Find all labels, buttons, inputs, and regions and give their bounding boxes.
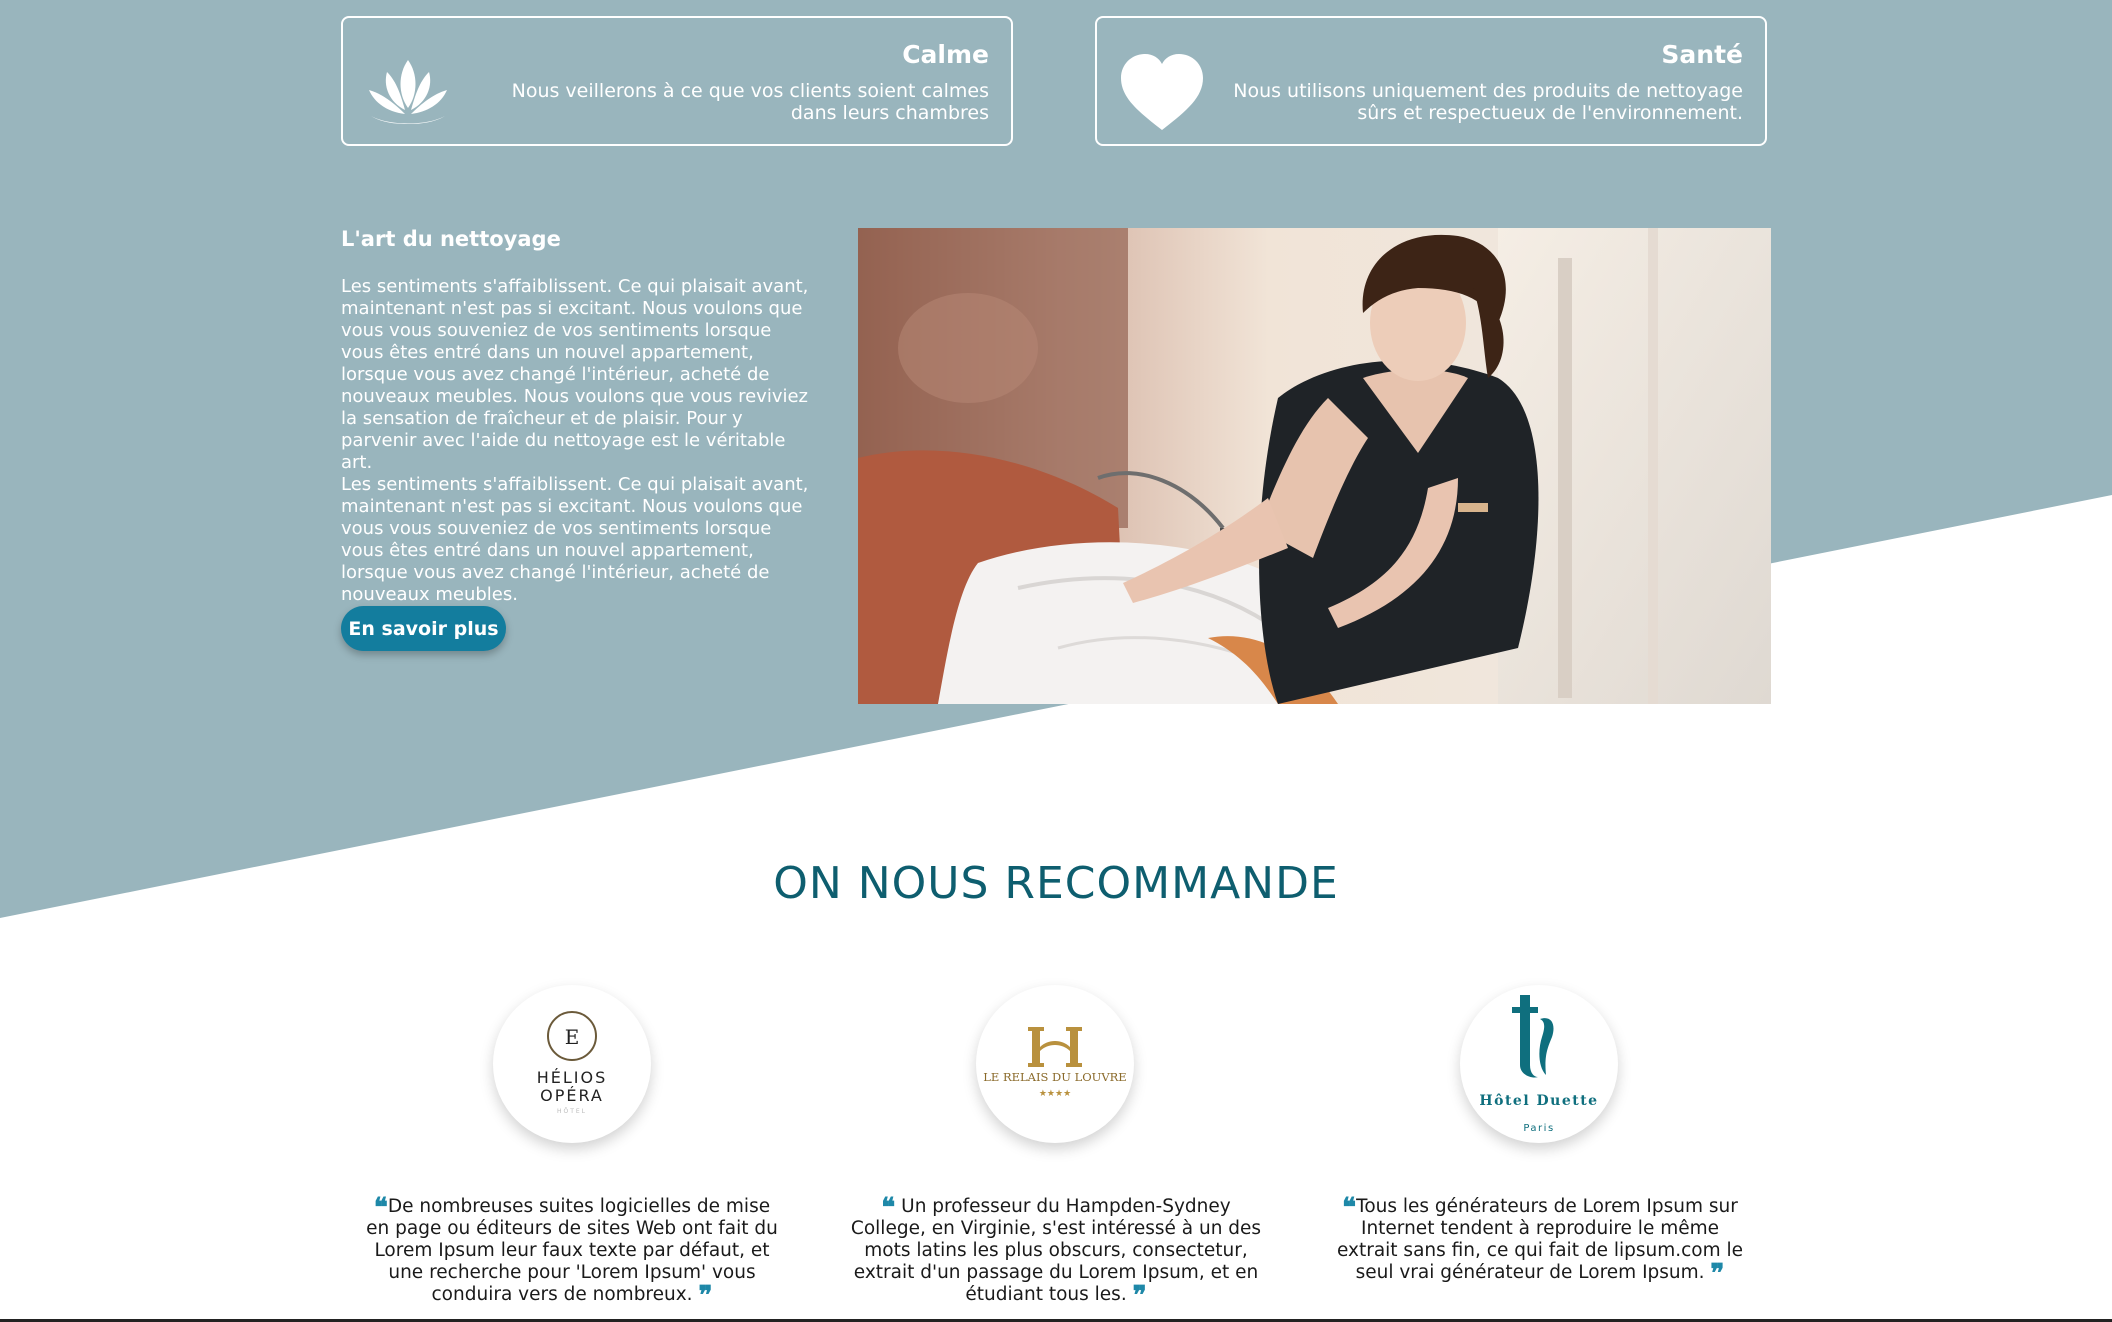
testimonial-quote-2: ❝ Un professeur du Hampden-Sydney Colleg… xyxy=(846,1195,1266,1309)
helios-opera-logo-line1: HÉLIOS xyxy=(537,1068,608,1087)
hotel-duette-logo: Hôtel Duette Paris xyxy=(1460,985,1618,1143)
feature-text: Nous utilisons uniquement des produits d… xyxy=(1233,80,1743,124)
close-quote-icon: ❞ xyxy=(1132,1281,1147,1311)
open-quote-icon: ❝ xyxy=(1342,1193,1357,1223)
body-paragraph: Les sentiments s'affaiblissent. Ce qui p… xyxy=(341,276,809,473)
feature-title: Santé xyxy=(1661,40,1743,69)
feature-text: Nous veillerons à ce que vos clients soi… xyxy=(511,80,989,124)
hotel-duette-logo-city: Paris xyxy=(1523,1123,1554,1134)
helios-opera-logo: E HÉLIOS OPÉRA HÔTEL xyxy=(493,985,651,1143)
helios-opera-logo-graphic: E HÉLIOS OPÉRA HÔTEL xyxy=(537,1011,608,1115)
testimonial-quote-1: ❝De nombreuses suites logicielles de mis… xyxy=(362,1195,782,1309)
relais-du-louvre-logo-name: LE RELAIS DU LOUVRE xyxy=(983,1070,1126,1084)
feature-card-sante: Santé Nous utilisons uniquement des prod… xyxy=(1095,16,1767,146)
section-body: Les sentiments s'affaiblissent. Ce qui p… xyxy=(341,276,811,606)
relais-du-louvre-logo-stars: ★★★★ xyxy=(1039,1089,1071,1099)
helios-opera-logo-line2: OPÉRA xyxy=(540,1086,604,1105)
testimonial-quote-3: ❝Tous les générateurs de Lorem Ipsum sur… xyxy=(1330,1193,1750,1287)
hotel-duette-logo-name: Hôtel Duette xyxy=(1479,1093,1598,1109)
hotel-duette-logo-graphic: Hôtel Duette Paris xyxy=(1479,995,1598,1134)
body-paragraph: Les sentiments s'affaiblissent. Ce qui p… xyxy=(341,474,809,605)
learn-more-button[interactable]: En savoir plus xyxy=(341,606,506,651)
testimonial-text: De nombreuses suites logicielles de mise… xyxy=(366,1196,778,1305)
close-quote-icon: ❞ xyxy=(698,1281,713,1311)
close-quote-icon: ❞ xyxy=(1710,1259,1725,1289)
lotus-icon xyxy=(369,60,447,124)
housekeeper-photo xyxy=(858,228,1771,704)
feature-card-calme: Calme Nous veillerons à ce que vos clien… xyxy=(341,16,1013,146)
recommend-heading: ON NOUS RECOMMANDE xyxy=(773,858,1339,909)
helios-opera-logo-letter: E xyxy=(565,1025,580,1049)
helios-opera-logo-small: HÔTEL xyxy=(557,1108,587,1115)
feature-title: Calme xyxy=(902,40,989,69)
testimonial-text: Tous les générateurs de Lorem Ipsum sur … xyxy=(1336,1196,1744,1283)
section-heading: L'art du nettoyage xyxy=(341,227,561,251)
relais-du-louvre-logo-graphic: LE RELAIS DU LOUVRE ★★★★ xyxy=(983,1027,1127,1099)
housekeeper-illustration xyxy=(858,228,1771,704)
testimonial-text: Un professeur du Hampden-Sydney College,… xyxy=(850,1196,1262,1305)
heart-icon xyxy=(1121,54,1203,130)
relais-du-louvre-logo: LE RELAIS DU LOUVRE ★★★★ xyxy=(976,985,1134,1143)
